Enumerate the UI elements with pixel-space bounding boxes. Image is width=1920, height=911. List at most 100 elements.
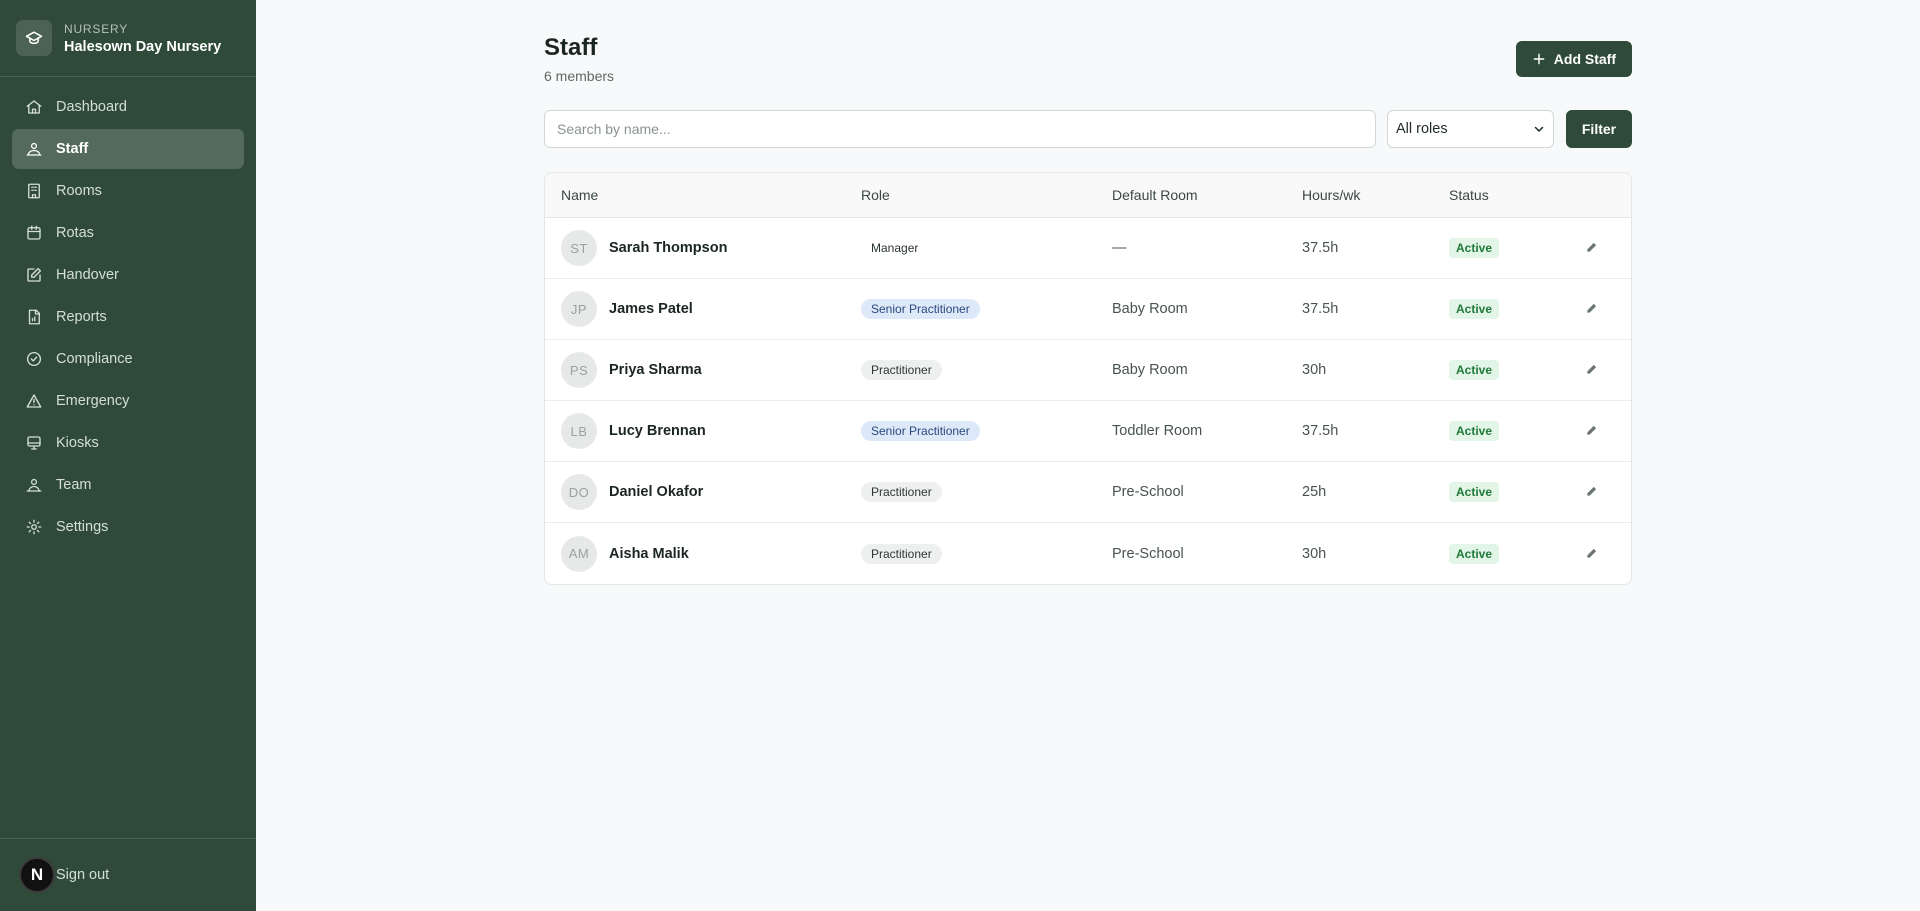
staff-name[interactable]: Aisha Malik xyxy=(609,546,689,562)
add-staff-button[interactable]: Add Staff xyxy=(1515,41,1632,77)
column-header-role[interactable]: Role xyxy=(861,187,890,203)
nursery-logo-icon xyxy=(16,20,52,56)
report-icon xyxy=(24,307,44,327)
table-row[interactable]: AM Aisha Malik Practitioner Pre-School 3… xyxy=(545,523,1631,584)
sidebar-item-label: Dashboard xyxy=(56,99,127,115)
weekly-hours: 30h xyxy=(1302,362,1327,378)
column-header-hours[interactable]: Hours/wk xyxy=(1302,187,1360,203)
sidebar-item-label: Settings xyxy=(56,519,109,535)
staff-name[interactable]: Daniel Okafor xyxy=(609,484,703,500)
role-badge: Practitioner xyxy=(861,543,942,564)
role-badge: Senior Practitioner xyxy=(861,299,980,319)
status-badge: Active xyxy=(1449,238,1500,258)
weekly-hours: 30h xyxy=(1302,545,1327,562)
role-filter-select[interactable]: All roles xyxy=(1387,110,1554,148)
staff-table: Name Role Default Room Hours/wk Status S… xyxy=(544,172,1632,585)
role-filter-value: All roles xyxy=(1396,121,1448,137)
default-room: Baby Room xyxy=(1112,301,1188,317)
role-badge: Senior Practitioner xyxy=(861,421,980,441)
default-room: Pre-School xyxy=(1112,545,1184,562)
sidebar-item-label: Compliance xyxy=(56,351,133,367)
edit-icon xyxy=(24,265,44,285)
kiosk-icon xyxy=(24,433,44,453)
sign-out-link[interactable]: Sign out xyxy=(56,867,109,883)
nursery-name: Halesown Day Nursery xyxy=(64,38,222,55)
column-header-status[interactable]: Status xyxy=(1449,187,1489,203)
default-room: Baby Room xyxy=(1112,362,1188,378)
sidebar-item-rooms[interactable]: Rooms xyxy=(12,171,244,211)
table-row[interactable]: DO Daniel Okafor Practitioner Pre-School… xyxy=(545,462,1631,523)
staff-icon xyxy=(24,139,44,159)
sidebar-item-label: Team xyxy=(56,477,92,493)
default-room: Pre-School xyxy=(1112,484,1184,500)
calendar-icon xyxy=(24,223,44,243)
staff-name[interactable]: James Patel xyxy=(609,301,693,317)
sidebar-item-settings[interactable]: Settings xyxy=(12,507,244,547)
pencil-icon[interactable] xyxy=(1585,546,1601,562)
sidebar-item-emergency[interactable]: Emergency xyxy=(12,381,244,421)
sidebar-item-handover[interactable]: Handover xyxy=(12,255,244,295)
staff-name[interactable]: Priya Sharma xyxy=(609,362,702,378)
weekly-hours: 37.5h xyxy=(1302,240,1339,256)
status-badge: Active xyxy=(1449,360,1500,380)
brand-label: NURSERY xyxy=(64,21,129,36)
sidebar-item-label: Staff xyxy=(56,141,89,157)
sidebar-item-label: Emergency xyxy=(56,393,130,409)
search-input[interactable] xyxy=(544,110,1376,148)
member-count: 6 members xyxy=(544,68,615,84)
pencil-icon[interactable] xyxy=(1585,423,1601,439)
pencil-icon[interactable] xyxy=(1585,301,1601,317)
status-badge: Active xyxy=(1449,482,1500,502)
staff-name[interactable]: Sarah Thompson xyxy=(609,240,727,256)
add-staff-label: Add Staff xyxy=(1553,51,1616,67)
status-badge: Active xyxy=(1449,543,1500,564)
table-row[interactable]: ST Sarah Thompson Manager — 37.5h Active xyxy=(545,218,1631,279)
pencil-icon[interactable] xyxy=(1585,240,1601,256)
sidebar-item-compliance[interactable]: Compliance xyxy=(12,339,244,379)
check-circle-icon xyxy=(24,349,44,369)
sidebar-nav: Dashboard Staff Rooms Rotas Handover Rep… xyxy=(0,77,256,547)
sidebar-item-team[interactable]: Team xyxy=(12,465,244,505)
brand: NURSERY Halesown Day Nursery xyxy=(0,0,256,77)
default-room: — xyxy=(1112,240,1127,256)
team-icon xyxy=(24,475,44,495)
staff-avatar: PS xyxy=(561,352,597,388)
plus-icon xyxy=(1533,53,1545,65)
pencil-icon[interactable] xyxy=(1585,484,1601,500)
sidebar-item-rotas[interactable]: Rotas xyxy=(12,213,244,253)
sidebar-item-reports[interactable]: Reports xyxy=(12,297,244,337)
sidebar-item-kiosks[interactable]: Kiosks xyxy=(12,423,244,463)
role-badge: Practitioner xyxy=(861,360,942,380)
weekly-hours: 25h xyxy=(1302,484,1327,500)
staff-name[interactable]: Lucy Brennan xyxy=(609,423,706,439)
table-row[interactable]: LB Lucy Brennan Senior Practitioner Todd… xyxy=(545,401,1631,462)
sidebar-item-label: Handover xyxy=(56,267,119,283)
weekly-hours: 37.5h xyxy=(1302,423,1339,439)
sidebar-item-label: Rotas xyxy=(56,225,94,241)
sidebar-item-label: Reports xyxy=(56,309,107,325)
warning-icon xyxy=(24,391,44,411)
chevron-down-icon xyxy=(1534,126,1544,132)
sidebar-item-dashboard[interactable]: Dashboard xyxy=(12,87,244,127)
page-title: Staff xyxy=(544,34,598,61)
column-header-name[interactable]: Name xyxy=(561,187,598,203)
staff-avatar: JP xyxy=(561,291,597,327)
table-row[interactable]: PS Priya Sharma Practitioner Baby Room 3… xyxy=(545,340,1631,401)
role-badge: Practitioner xyxy=(861,482,942,502)
staff-avatar: LB xyxy=(561,413,597,449)
default-room: Toddler Room xyxy=(1112,423,1203,439)
pencil-icon[interactable] xyxy=(1585,362,1601,378)
status-badge: Active xyxy=(1449,421,1500,441)
column-header-default-room[interactable]: Default Room xyxy=(1112,187,1198,203)
sidebar-item-label: Rooms xyxy=(56,183,102,199)
user-avatar[interactable]: N xyxy=(19,857,55,893)
table-row[interactable]: JP James Patel Senior Practitioner Baby … xyxy=(545,279,1631,340)
filter-button[interactable]: Filter xyxy=(1566,110,1632,148)
gear-icon xyxy=(24,517,44,537)
role-badge: Manager xyxy=(871,241,919,255)
table-header: Name Role Default Room Hours/wk Status xyxy=(545,173,1631,218)
sidebar-footer: N Sign out xyxy=(0,838,256,911)
weekly-hours: 37.5h xyxy=(1302,301,1339,317)
sidebar-item-staff[interactable]: Staff xyxy=(12,129,244,169)
status-badge: Active xyxy=(1449,299,1500,319)
